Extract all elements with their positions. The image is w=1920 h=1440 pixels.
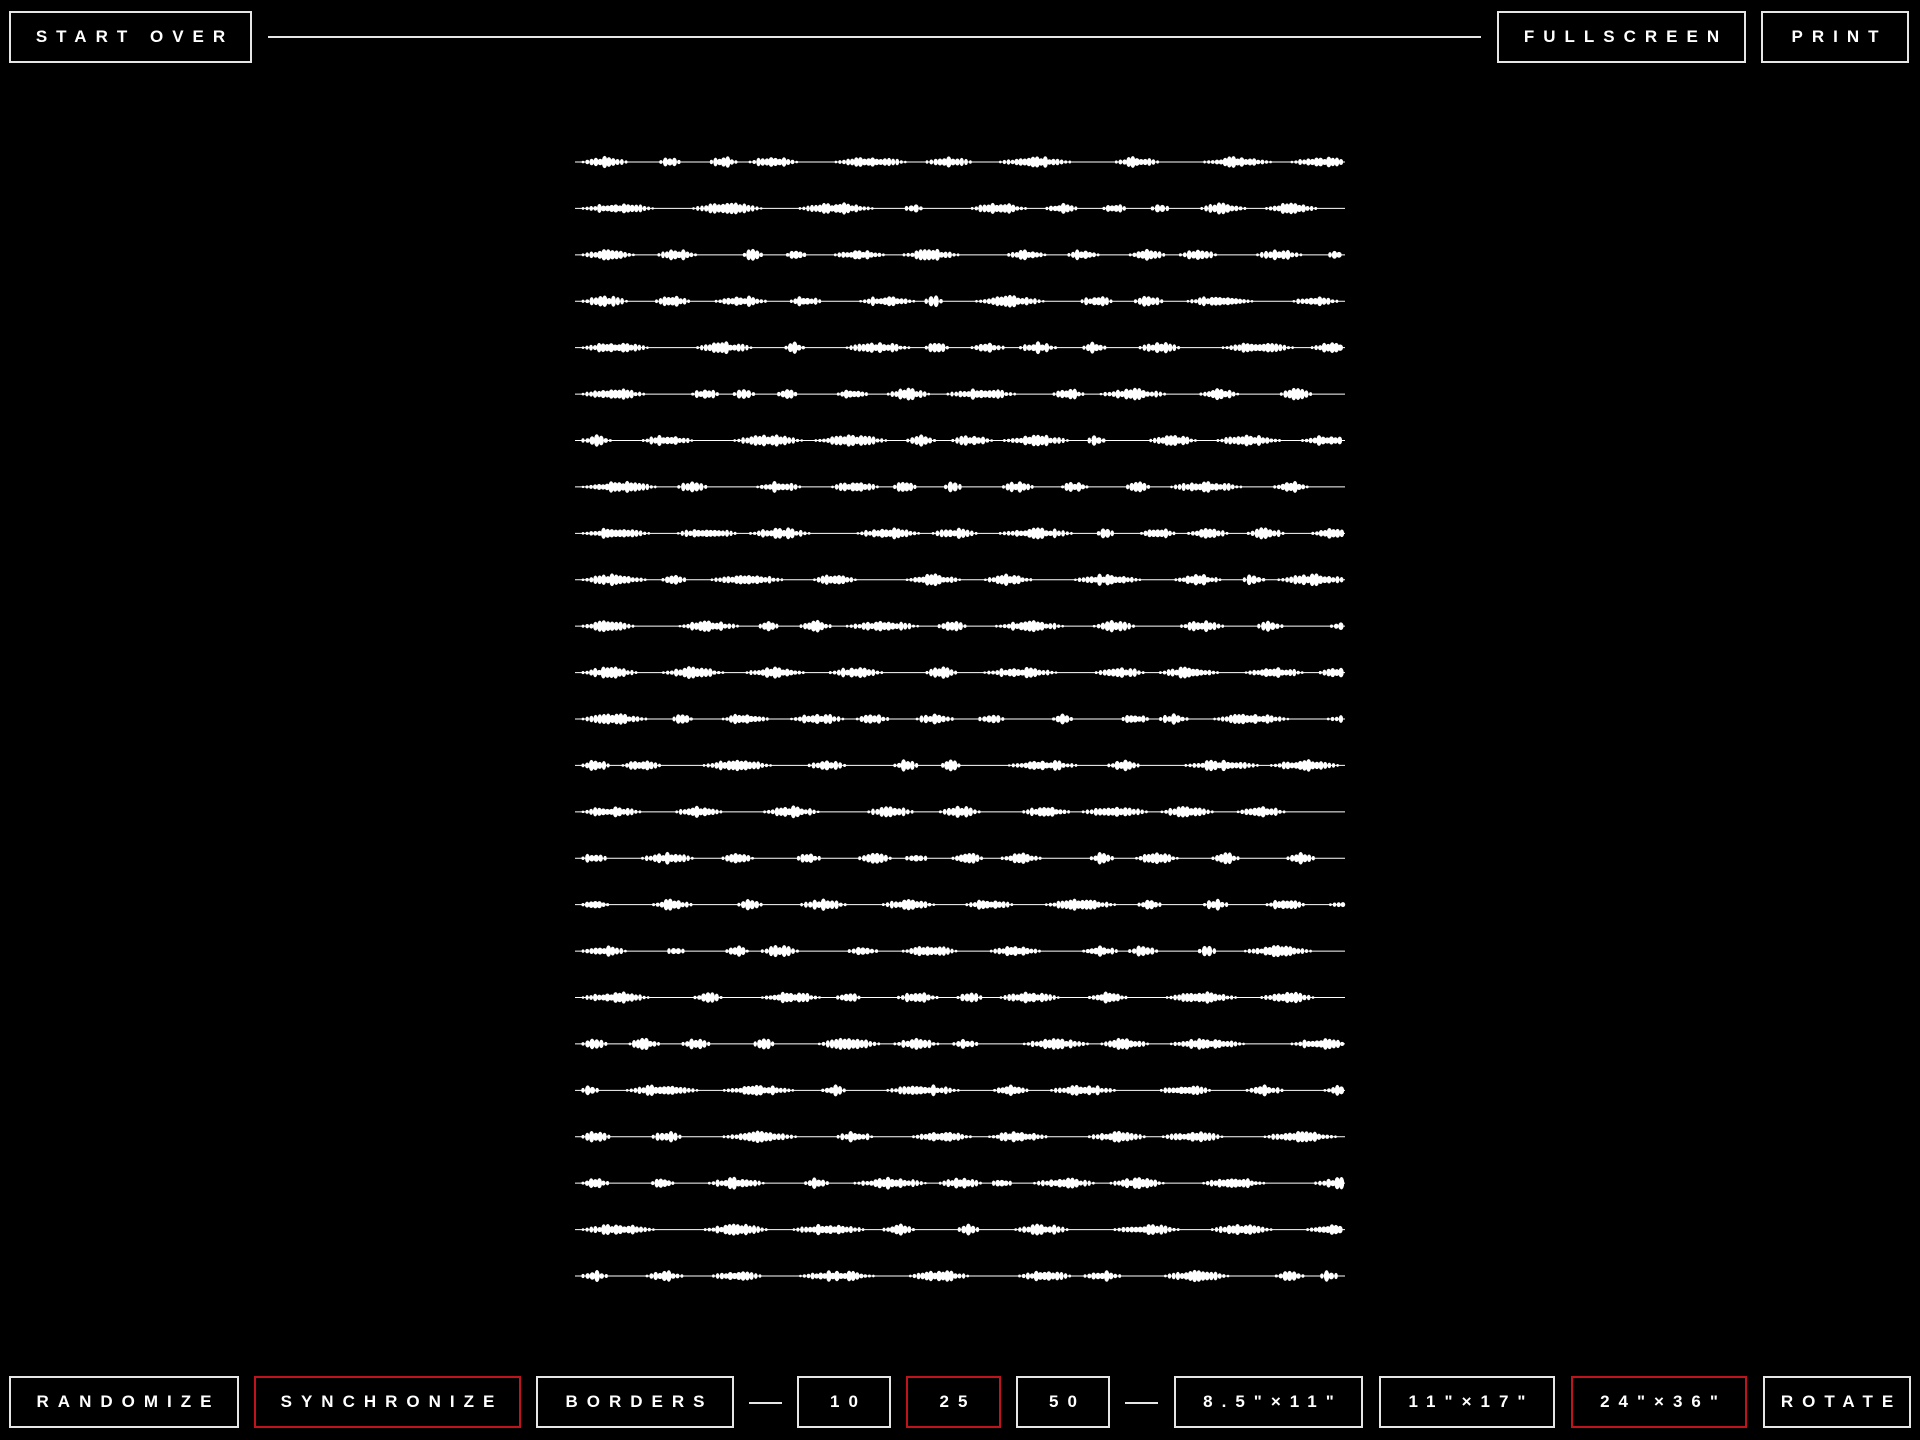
line-count-50-button[interactable]: 50: [1016, 1376, 1110, 1428]
rotate-label: ROTATE: [1780, 1392, 1903, 1411]
line-count-10-label: 10: [830, 1392, 867, 1411]
rotate-button[interactable]: ROTATE: [1763, 1376, 1911, 1428]
waveform-row: [575, 1130, 1345, 1144]
waveform-row: [575, 1269, 1345, 1283]
waveform-row: [575, 480, 1345, 493]
waveform-row: [575, 202, 1345, 215]
waveform-row: [575, 1176, 1345, 1190]
bottom-divider-1: [749, 1402, 782, 1404]
waveform-row: [575, 666, 1345, 679]
randomize-label: RANDOMIZE: [36, 1392, 221, 1411]
waveform-row: [575, 851, 1345, 865]
waveform-row: [575, 1037, 1345, 1051]
line-count-25-button[interactable]: 25: [906, 1376, 1001, 1428]
waveform-row: [575, 713, 1345, 725]
waveform-row: [575, 759, 1345, 772]
borders-button[interactable]: BORDERS: [536, 1376, 734, 1428]
waveform-row: [575, 1223, 1345, 1236]
waveform-row: [575, 805, 1345, 819]
waveform-row: [575, 1084, 1345, 1097]
line-count-50-label: 50: [1049, 1392, 1086, 1411]
paper-size-tabloid-label: 11"×17": [1408, 1392, 1535, 1411]
waveform-row: [575, 619, 1345, 633]
paper-size-letter-label: 8.5"×11": [1203, 1392, 1343, 1411]
waveform-artwork: [575, 155, 1346, 1283]
waveform-row: [575, 248, 1345, 261]
waveform-row: [575, 527, 1345, 540]
waveform-row: [575, 573, 1345, 587]
paper-size-poster-label: 24"×36": [1600, 1392, 1727, 1411]
waveform-row: [575, 434, 1345, 447]
waveform-row: [575, 944, 1345, 958]
waveform-row: [575, 341, 1345, 355]
paper-size-letter-button[interactable]: 8.5"×11": [1174, 1376, 1363, 1428]
paper-size-poster-button[interactable]: 24"×36": [1571, 1376, 1747, 1428]
synchronize-label: SYNCHRONIZE: [280, 1392, 504, 1411]
line-count-10-button[interactable]: 10: [797, 1376, 891, 1428]
bottom-divider-2: [1125, 1402, 1158, 1404]
waveform-row: [575, 294, 1345, 308]
borders-label: BORDERS: [565, 1392, 714, 1411]
paper-size-tabloid-button[interactable]: 11"×17": [1379, 1376, 1555, 1428]
waveform-row: [575, 387, 1345, 401]
synchronize-button[interactable]: SYNCHRONIZE: [254, 1376, 521, 1428]
waveform-row: [575, 898, 1346, 911]
randomize-button[interactable]: RANDOMIZE: [9, 1376, 239, 1428]
waveform-row: [575, 991, 1345, 1004]
waveform-row: [575, 155, 1345, 169]
line-count-25-label: 25: [939, 1392, 977, 1411]
